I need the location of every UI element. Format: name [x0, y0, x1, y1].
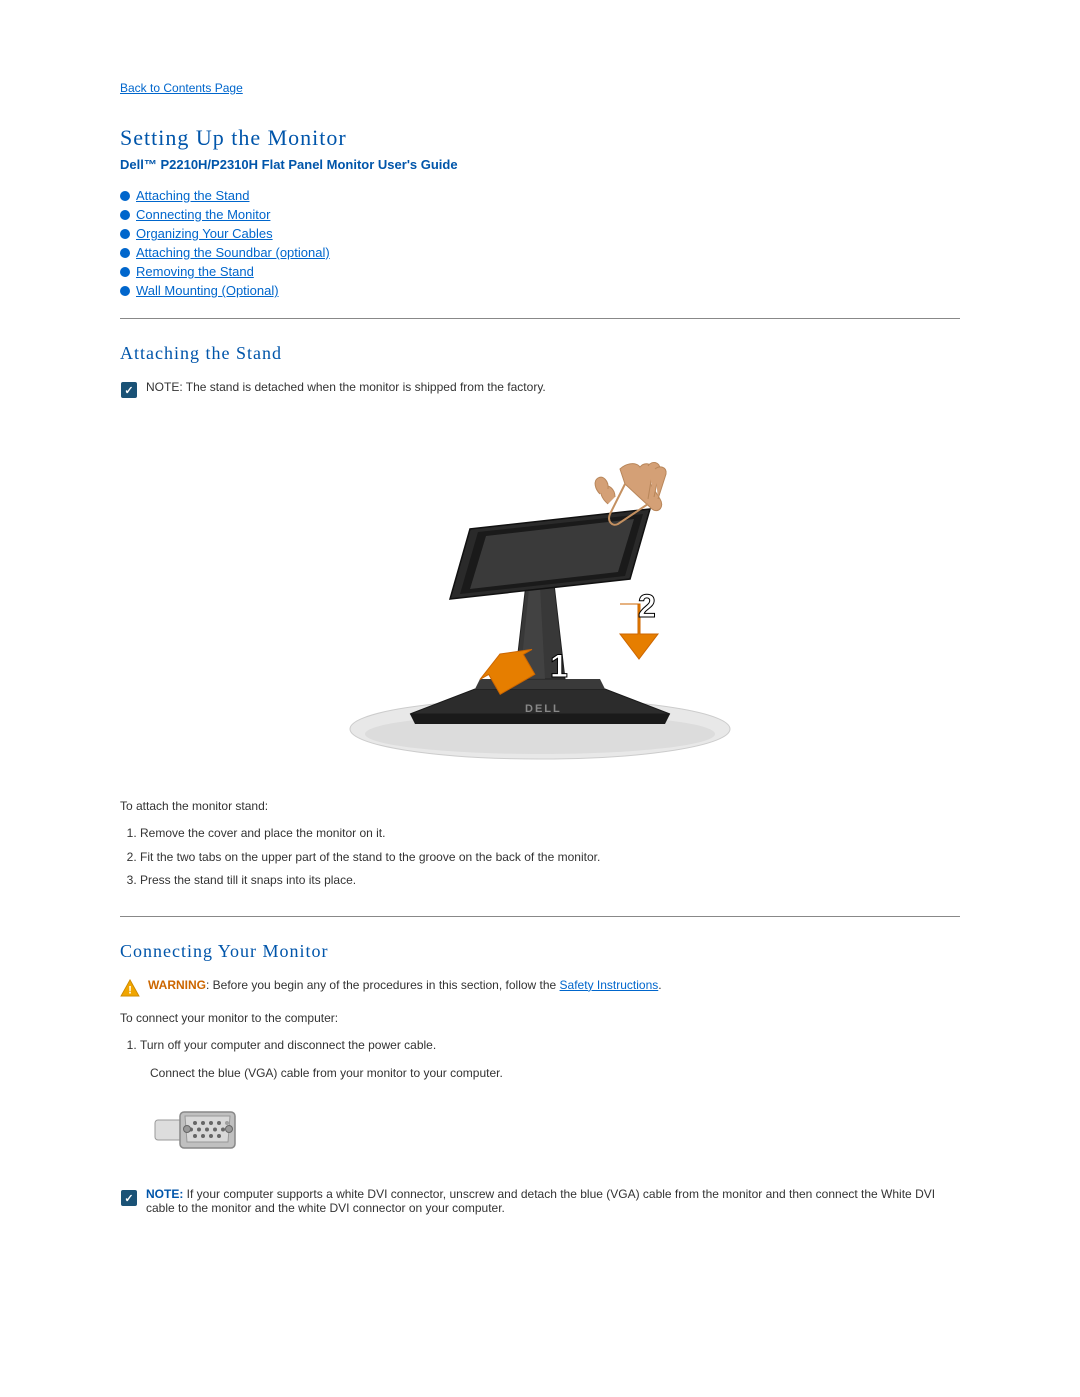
vga-image-container [150, 1090, 960, 1173]
nav-link-connecting-monitor[interactable]: Connecting the Monitor [136, 207, 270, 222]
svg-text:!: ! [128, 984, 132, 996]
warning-before-link: : Before you begin any of the procedures… [206, 978, 560, 992]
connect-steps-list: Turn off your computer and disconnect th… [140, 1035, 960, 1057]
note2-label: NOTE: [146, 1187, 183, 1201]
attach-steps-list: Remove the cover and place the monitor o… [140, 823, 960, 892]
warning-end: . [658, 978, 661, 992]
note-box-stand: ✓ NOTE: The stand is detached when the m… [120, 380, 960, 399]
svg-text:DELL: DELL [525, 703, 562, 715]
connect-blue-text: Connect the blue (VGA) cable from your m… [150, 1066, 960, 1080]
nav-link-removing-stand[interactable]: Removing the Stand [136, 264, 254, 279]
back-to-contents-link[interactable]: Back to Contents Page [120, 81, 243, 95]
attaching-stand-title: Attaching the Stand [120, 343, 960, 364]
nav-link-attaching-stand[interactable]: Attaching the Stand [136, 188, 249, 203]
note-icon: ✓ [120, 381, 138, 399]
page-title: Setting Up the Monitor [120, 125, 960, 151]
subtitle: Dell™ P2210H/P2310H Flat Panel Monitor U… [120, 157, 960, 172]
nav-bullet [120, 229, 130, 239]
nav-item-connecting-monitor[interactable]: Connecting the Monitor [120, 207, 960, 222]
nav-link-soundbar[interactable]: Attaching the Soundbar (optional) [136, 245, 330, 260]
warning-label: WARNING [148, 978, 206, 992]
svg-text:2: 2 [638, 588, 656, 624]
nav-link-organizing-cables[interactable]: Organizing Your Cables [136, 226, 273, 241]
vga-connector-illustration [150, 1090, 250, 1170]
attach-step-3: Press the stand till it snaps into its p… [140, 870, 960, 892]
nav-bullet [120, 267, 130, 277]
stand-illustration: 1 2 DELL [330, 419, 750, 779]
note2-text: If your computer supports a white DVI co… [146, 1187, 935, 1215]
nav-item-organizing-cables[interactable]: Organizing Your Cables [120, 226, 960, 241]
attach-caption: To attach the monitor stand: [120, 799, 960, 813]
connecting-monitor-title: Connecting Your Monitor [120, 941, 960, 962]
nav-item-wall-mounting[interactable]: Wall Mounting (Optional) [120, 283, 960, 298]
warning-box: ! WARNING: Before you begin any of the p… [120, 978, 960, 997]
to-connect-text: To connect your monitor to the computer: [120, 1011, 960, 1025]
attach-step-1: Remove the cover and place the monitor o… [140, 823, 960, 845]
note-stand-text: NOTE: The stand is detached when the mon… [146, 380, 546, 394]
nav-bullet [120, 210, 130, 220]
nav-bullet [120, 191, 130, 201]
nav-bullet [120, 286, 130, 296]
note-box-vga: ✓ NOTE: If your computer supports a whit… [120, 1187, 960, 1215]
svg-text:✓: ✓ [124, 1193, 133, 1205]
divider-2 [120, 916, 960, 917]
note-icon-2: ✓ [120, 1189, 138, 1207]
svg-text:✓: ✓ [124, 385, 133, 397]
nav-bullet [120, 248, 130, 258]
attach-step-2: Fit the two tabs on the upper part of th… [140, 847, 960, 869]
warning-text: WARNING: Before you begin any of the pro… [148, 978, 662, 992]
warning-icon: ! [120, 979, 140, 997]
safety-instructions-link[interactable]: Safety Instructions [560, 978, 659, 992]
stand-image-container: 1 2 DELL [120, 419, 960, 779]
divider-1 [120, 318, 960, 319]
nav-item-soundbar[interactable]: Attaching the Soundbar (optional) [120, 245, 960, 260]
connect-step-1: Turn off your computer and disconnect th… [140, 1035, 960, 1057]
nav-link-wall-mounting[interactable]: Wall Mounting (Optional) [136, 283, 279, 298]
nav-item-attaching-stand[interactable]: Attaching the Stand [120, 188, 960, 203]
nav-list: Attaching the Stand Connecting the Monit… [120, 188, 960, 298]
note-vga-text: NOTE: If your computer supports a white … [146, 1187, 960, 1215]
nav-item-removing-stand[interactable]: Removing the Stand [120, 264, 960, 279]
svg-text:1: 1 [550, 648, 568, 684]
